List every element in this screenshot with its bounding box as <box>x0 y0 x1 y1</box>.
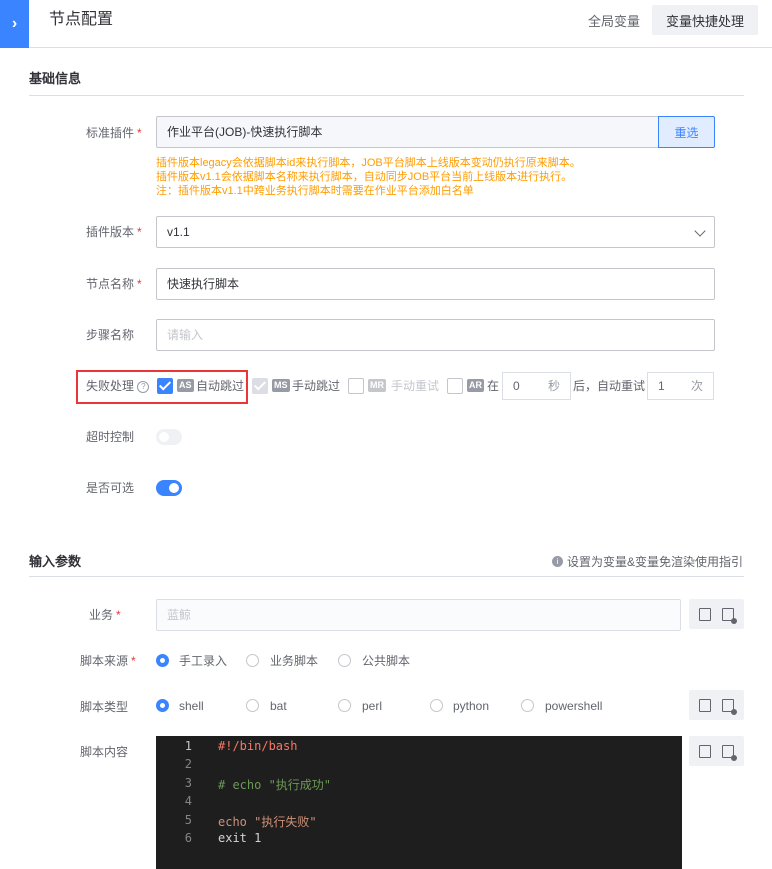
manual-skip-text: 手动跳过 <box>292 379 341 393</box>
variable-toggle-buttons[interactable] <box>689 599 744 629</box>
version-select[interactable]: v1.1 <box>156 216 715 248</box>
section-divider <box>29 576 744 577</box>
business-input[interactable]: 蓝鲸 <box>156 599 681 631</box>
input-params-title: 输入参数 <box>29 554 82 569</box>
radio-python[interactable] <box>430 699 443 712</box>
manual-skip-checkbox[interactable] <box>252 378 268 394</box>
auto-retry-tag: AR <box>467 379 484 392</box>
radio-public-script[interactable] <box>338 654 351 667</box>
timeout-label: 超时控制 <box>86 430 135 444</box>
code-editor[interactable]: 1 2 3 4 5 6 #!/bin/bash # echo "执行成功" ec… <box>156 736 682 869</box>
timeout-switch[interactable] <box>156 429 182 445</box>
no-render-icon[interactable] <box>721 744 737 761</box>
auto-retry-middle: 后，自动重试 <box>573 379 646 393</box>
check-icon <box>253 378 267 391</box>
step-name-label: 步骤名称 <box>86 328 135 342</box>
retry-seconds-value: 0 <box>513 379 520 393</box>
line-number: 2 <box>184 757 192 771</box>
variable-toggle-buttons[interactable] <box>689 736 744 766</box>
radio-python-label: python <box>453 699 490 713</box>
node-name-label: 节点名称 * <box>86 277 142 291</box>
manual-retry-text: 手动重试 <box>391 379 440 393</box>
auto-retry-prefix: 在 <box>487 379 500 393</box>
auto-retry-checkbox[interactable] <box>447 378 463 394</box>
radio-manual-input[interactable] <box>156 654 169 667</box>
line-number: 5 <box>184 813 192 827</box>
no-render-icon[interactable] <box>721 698 737 715</box>
business-label: 业务 * <box>89 608 121 622</box>
radio-shell[interactable] <box>156 699 169 712</box>
auto-skip-tag: AS <box>177 379 194 392</box>
radio-perl[interactable] <box>338 699 351 712</box>
code-line: # echo "执行成功" <box>218 778 332 792</box>
manual-skip-tag: MS <box>272 379 290 392</box>
code-line: echo "执行失败" <box>218 815 317 829</box>
var-guide-link[interactable]: i 设置为变量&变量免渲染使用指引 <box>551 553 743 570</box>
plugin-tip-3: 注：插件版本v1.1中跨业务执行脚本时需要在作业平台添加白名单 <box>156 185 474 197</box>
variable-quick-button[interactable]: 变量快捷处理 <box>652 5 758 35</box>
plugin-input[interactable]: 作业平台(JOB)-快速执行脚本 <box>156 116 659 148</box>
script-type-label: 脚本类型 <box>80 700 129 714</box>
retry-seconds-input[interactable]: 0 秒 <box>502 372 571 400</box>
variable-toggle-buttons[interactable] <box>689 690 744 720</box>
var-guide-text: 设置为变量&变量免渲染使用指引 <box>566 555 743 569</box>
radio-perl-label: perl <box>362 699 383 713</box>
radio-business-script[interactable] <box>246 654 259 667</box>
page-title: 节点配置 <box>49 11 114 28</box>
no-render-icon[interactable] <box>721 607 737 624</box>
hook-variable-icon[interactable] <box>699 744 712 758</box>
step-name-input[interactable]: 请输入 <box>156 319 715 351</box>
hook-variable-icon[interactable] <box>699 698 712 712</box>
switch-knob <box>159 432 169 442</box>
auto-skip-text: 自动跳过 <box>196 379 245 393</box>
retry-times-value: 1 <box>658 379 665 393</box>
version-value: v1.1 <box>167 225 190 239</box>
script-source-label: 脚本来源 * <box>80 654 136 668</box>
global-variable-link[interactable]: 全局变量 <box>588 11 640 30</box>
radio-powershell[interactable] <box>521 699 534 712</box>
radio-manual-input-label: 手工录入 <box>179 654 228 668</box>
manual-retry-tag: MR <box>368 379 386 392</box>
version-label: 插件版本 * <box>86 225 142 239</box>
hook-variable-icon[interactable] <box>699 607 712 621</box>
radio-powershell-label: powershell <box>545 699 603 713</box>
times-unit: 次 <box>690 379 703 393</box>
radio-bat[interactable] <box>246 699 259 712</box>
optional-switch[interactable] <box>156 480 182 496</box>
node-name-input[interactable]: 快速执行脚本 <box>156 268 715 300</box>
manual-retry-checkbox[interactable] <box>348 378 364 394</box>
radio-shell-label: shell <box>179 699 204 713</box>
optional-label: 是否可选 <box>86 481 135 495</box>
chevron-down-icon <box>694 225 706 237</box>
auto-skip-checkbox[interactable] <box>157 378 173 394</box>
plugin-label: 标准插件 * <box>86 126 142 140</box>
radio-public-script-label: 公共脚本 <box>362 654 411 668</box>
line-number: 1 <box>184 739 192 753</box>
plugin-tip-1: 插件版本legacy会依据脚本id来执行脚本，JOB平台脚本上线版本变动仍执行原… <box>156 157 581 169</box>
header-bar: › 节点配置 全局变量 变量快捷处理 <box>0 0 772 48</box>
plugin-tip-2: 插件版本v1.1会依据脚本名称来执行脚本，自动同步JOB平台当前上线版本进行执行… <box>156 171 573 183</box>
line-number: 6 <box>184 831 192 845</box>
collapse-chevron-icon[interactable]: › <box>0 0 29 48</box>
radio-business-script-label: 业务脚本 <box>270 654 319 668</box>
switch-knob <box>169 483 179 493</box>
seconds-unit: 秒 <box>547 379 560 393</box>
line-number: 4 <box>184 794 192 808</box>
script-content-label: 脚本内容 <box>80 745 129 759</box>
code-line: #!/bin/bash <box>218 739 298 753</box>
section-divider <box>29 95 744 96</box>
basic-info-title: 基础信息 <box>29 71 82 86</box>
line-number: 3 <box>184 776 192 790</box>
info-icon: i <box>551 556 563 567</box>
code-line: exit 1 <box>218 831 262 845</box>
radio-bat-label: bat <box>270 699 287 713</box>
reselect-button[interactable]: 重选 <box>658 116 715 148</box>
retry-times-input[interactable]: 1 次 <box>647 372 714 400</box>
check-icon <box>158 378 172 391</box>
